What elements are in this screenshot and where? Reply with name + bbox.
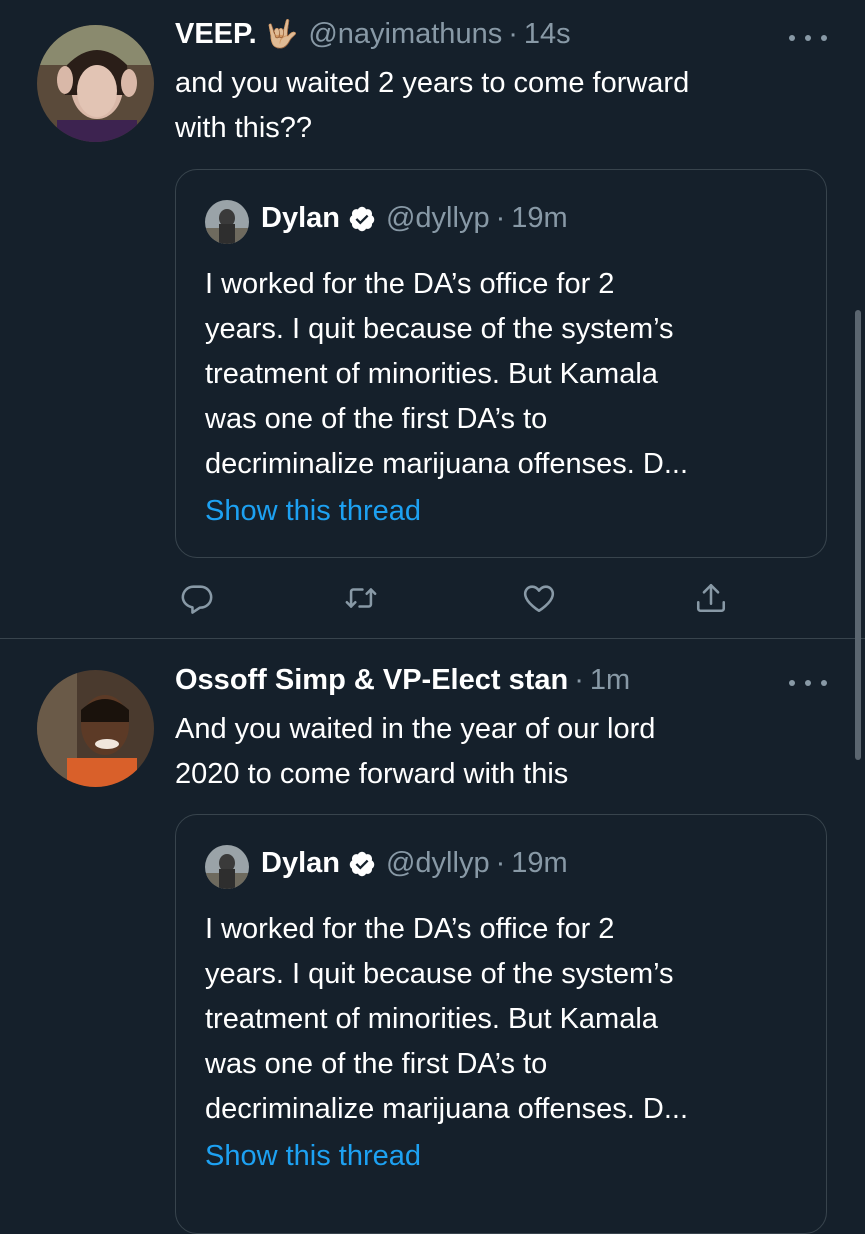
timestamp[interactable]: 19m (511, 847, 567, 880)
quote-text-line: decriminalize marijuana offenses. D... (205, 1093, 689, 1125)
avatar[interactable] (205, 200, 249, 244)
verified-badge-icon (348, 205, 376, 233)
quote-text-line: decriminalize marijuana offenses. D... (205, 448, 689, 480)
show-thread-link[interactable]: Show this thread (205, 1140, 421, 1173)
emoji: 🤟🏼 (264, 19, 299, 49)
reply-icon[interactable] (175, 576, 219, 620)
quote-text-line: years. I quit because of the system’s (205, 958, 674, 990)
show-thread-link[interactable]: Show this thread (205, 495, 421, 528)
quote-header: Dylan @dyllyp · 19m (261, 847, 568, 880)
retweet-icon[interactable] (339, 576, 383, 620)
display-name[interactable]: Ossoff Simp & VP-Elect stan (175, 664, 568, 697)
more-icon[interactable] (789, 675, 827, 691)
tweet[interactable]: Ossoff Simp & VP-Elect stan · 1m And you… (0, 639, 865, 1234)
quote-text-line: was one of the first DA’s to (205, 1048, 548, 1080)
tweet-text-line: with this?? (175, 112, 313, 144)
tweet-header: VEEP. 🤟🏼 @nayimathuns · 14s (175, 18, 795, 58)
tweet-text-line: And you waited in the year of our lord (175, 713, 656, 745)
heart-icon[interactable] (517, 576, 561, 620)
avatar[interactable] (37, 670, 154, 787)
handle[interactable]: @nayimathuns (308, 18, 502, 51)
quoted-tweet[interactable]: Dylan @dyllyp · 19m I worked for the DA’… (175, 814, 827, 1234)
separator: · (495, 847, 506, 879)
share-icon[interactable] (689, 576, 733, 620)
quote-text: I worked for the DA’s office for 2 years… (205, 907, 805, 1132)
quote-text: I worked for the DA’s office for 2 years… (205, 262, 805, 487)
quote-text-line: I worked for the DA’s office for 2 (205, 913, 615, 945)
quote-text-line: I worked for the DA’s office for 2 (205, 268, 615, 300)
separator: · (508, 18, 518, 50)
timestamp[interactable]: 1m (590, 664, 630, 697)
quoted-tweet[interactable]: Dylan @dyllyp · 19m I worked for the DA’… (175, 169, 827, 558)
display-name[interactable]: Dylan (261, 202, 340, 235)
tweet[interactable]: VEEP. 🤟🏼 @nayimathuns · 14s and you wait… (0, 0, 865, 639)
tweet-text-line: 2020 to come forward with this (175, 758, 569, 790)
timestamp[interactable]: 19m (511, 202, 567, 235)
quote-header: Dylan @dyllyp · 19m (261, 202, 568, 235)
more-icon[interactable] (789, 30, 827, 46)
quote-text-line: treatment of minorities. But Kamala (205, 1003, 658, 1035)
timestamp[interactable]: 14s (524, 18, 571, 51)
quote-text-line: was one of the first DA’s to (205, 403, 548, 435)
tweet-header: Ossoff Simp & VP-Elect stan · 1m (175, 664, 795, 704)
tweet-text-line: and you waited 2 years to come forward (175, 67, 690, 99)
display-name[interactable]: VEEP. (175, 18, 257, 51)
verified-badge-icon (348, 850, 376, 878)
tweet-text: And you waited in the year of our lord 2… (175, 707, 835, 797)
avatar[interactable] (205, 845, 249, 889)
handle[interactable]: @dyllyp (386, 847, 490, 880)
separator: · (495, 202, 506, 234)
tweet-text: and you waited 2 years to come forward w… (175, 61, 835, 151)
display-name[interactable]: Dylan (261, 847, 340, 880)
quote-text-line: years. I quit because of the system’s (205, 313, 674, 345)
separator: · (574, 664, 584, 696)
quote-text-line: treatment of minorities. But Kamala (205, 358, 658, 390)
tweet-actions (175, 576, 735, 620)
handle[interactable]: @dyllyp (386, 202, 490, 235)
scrollbar[interactable] (855, 310, 861, 760)
avatar[interactable] (37, 25, 154, 142)
